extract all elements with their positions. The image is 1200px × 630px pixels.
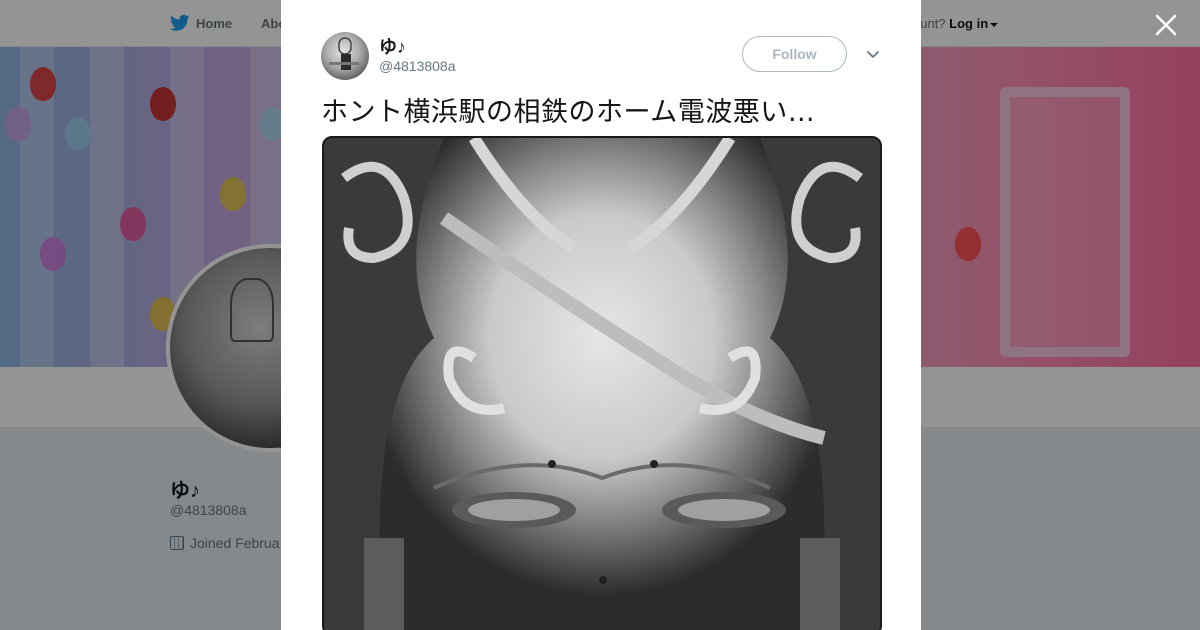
chevron-down-icon[interactable] [865, 46, 881, 62]
close-icon[interactable] [1153, 12, 1179, 38]
tweet-text: ホント横浜駅の相鉄のホーム電波悪い… [321, 97, 816, 128]
author-avatar[interactable] [321, 32, 369, 80]
ornate-mirror-face-photo [324, 138, 880, 630]
tweet-modal: ゆ♪ @4813808a Follow ホント横浜駅の相鉄のホーム電波悪い… [281, 0, 921, 630]
author-name[interactable]: ゆ♪ [379, 33, 406, 59]
author-avatar-image [329, 37, 359, 70]
author-handle[interactable]: @4813808a [379, 58, 456, 74]
follow-button[interactable]: Follow [742, 36, 847, 72]
tweet-media-image[interactable] [322, 136, 882, 630]
